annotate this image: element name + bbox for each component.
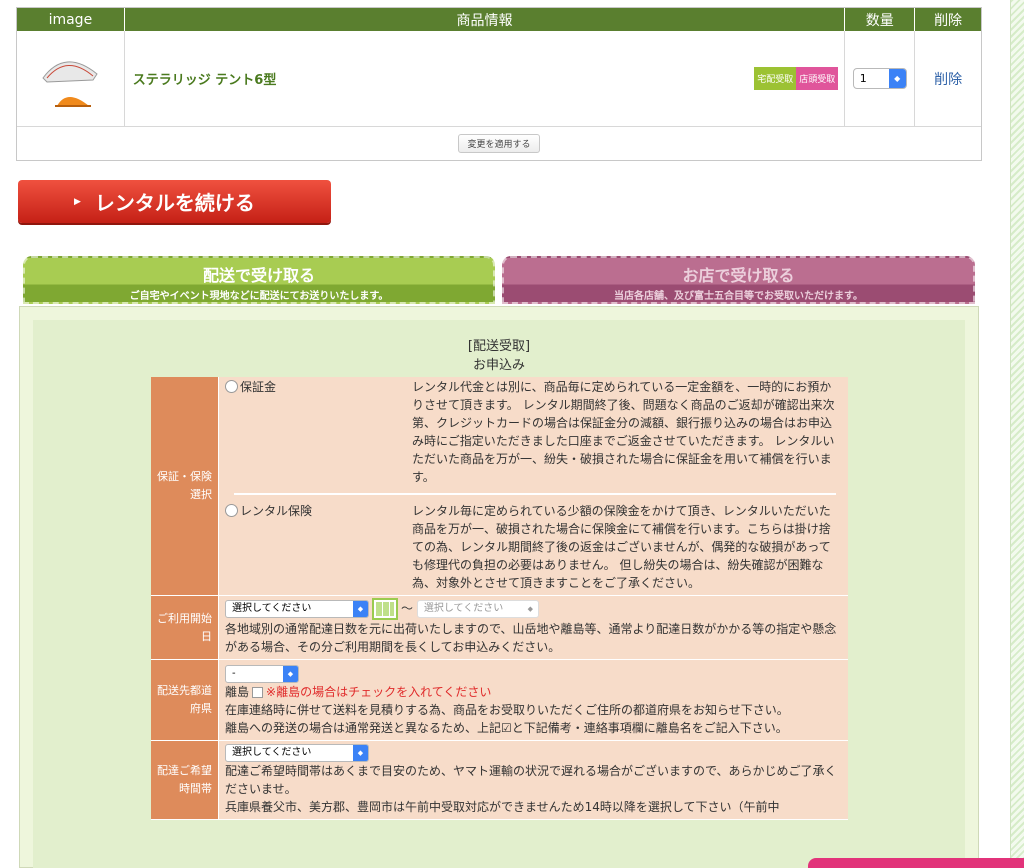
quantity-select[interactable]: 1 ◆ (852, 68, 907, 89)
product-name[interactable]: ステラリッジ テント6型 (133, 69, 277, 88)
select-arrows-icon: ◆ (353, 745, 368, 761)
header-image: image (17, 8, 125, 31)
badge-delivery: 宅配受取 (754, 67, 797, 90)
end-date-select[interactable]: 選択してください ◆ (416, 600, 539, 618)
badge-store: 店頭受取 (796, 67, 839, 90)
select-arrows-icon: ◆ (283, 665, 298, 682)
select-arrows-icon: ◆ (527, 605, 534, 613)
tent-image (42, 60, 99, 107)
select-arrows-icon: ◆ (353, 601, 368, 617)
prefecture-row: 配送先都道府県 - ◆ 離島 ※離島の場合はチェックを入れてください 在庫連絡時に… (151, 660, 848, 741)
delivery-time-select[interactable]: 選択してください ◆ (225, 744, 369, 762)
select-arrows-icon: ◆ (888, 69, 906, 88)
delivery-time-label: 配達ご希望時間帯 (151, 740, 219, 819)
prefecture-select[interactable]: - ◆ (225, 664, 299, 683)
start-date-label: ご利用開始日 (151, 596, 219, 659)
cart-item-row: ステラリッジ テント6型 宅配受取 店頭受取 1 ◆ 削除 (17, 31, 981, 127)
header-qty: 数量 (845, 8, 916, 31)
cart-table: image 商品情報 数量 削除 ステラリッジ テント6型 宅配受取 店頭受取 … (16, 7, 982, 161)
deposit-radio[interactable] (225, 380, 238, 393)
delete-link[interactable]: 削除 (915, 31, 981, 126)
guarantee-label: 保証・保険選択 (151, 377, 219, 595)
order-panel: [配送受取] お申込み 保証・保険選択 保証金 レンタル代金とは別に、商品毎に定… (19, 306, 979, 868)
order-form: 保証・保険選択 保証金 レンタル代金とは別に、商品毎に定められている一定金額を、… (151, 377, 848, 820)
start-date-select[interactable]: 選択してください ◆ (225, 600, 369, 618)
form-title: [配送受取] お申込み (467, 339, 531, 373)
apply-changes-button[interactable]: 変更を適用する (458, 134, 540, 153)
divider (234, 493, 836, 495)
calendar-icon[interactable] (372, 598, 398, 620)
prefecture-label: 配送先都道府県 (151, 660, 219, 740)
header-info: 商品情報 (125, 8, 846, 31)
continue-rental-button[interactable]: ▶ レンタルを続ける (18, 180, 331, 223)
island-warning: ※離島の場合はチェックを入れてください (266, 684, 492, 699)
tab-delivery[interactable]: 配送で受け取る ご自宅やイベント現地などに配送にてお送りいたします。 (23, 256, 495, 304)
tab-store[interactable]: お店で受け取る 当店各店舗、及び富士五合目等でお受取いただけます。 (502, 256, 975, 304)
header-delete: 削除 (934, 12, 963, 29)
page-side-pattern (1010, 0, 1024, 868)
start-date-row: ご利用開始日 選択してください ◆ 〜 選択してください ◆ 各地域別の通常配達… (151, 596, 848, 660)
triangle-right-icon: ▶ (74, 196, 81, 207)
product-image (17, 31, 125, 126)
cart-header: image 商品情報 数量 削除 (17, 8, 981, 31)
insurance-radio[interactable] (225, 504, 238, 517)
start-date-note: 各地域別の通常配達日数を元に出荷いたしますので、山岳地や離島等、通常より配達日数… (225, 622, 837, 654)
guarantee-row: 保証・保険選択 保証金 レンタル代金とは別に、商品毎に定められている一定金額を、… (151, 377, 848, 596)
option-insurance: レンタル保険 レンタル毎に定められている少額の保険金をかけて頂き、レンタルいただ… (225, 502, 842, 592)
delivery-time-row: 配達ご希望時間帯 選択してください ◆ 配達ご希望時間帯はあくまで目安のため、ヤ… (151, 740, 848, 820)
option-deposit: 保証金 レンタル代金とは別に、商品毎に定められている一定金額を、一時的にお預かり… (225, 378, 842, 486)
island-checkbox[interactable] (252, 686, 264, 698)
floating-banner[interactable] (808, 858, 1024, 868)
